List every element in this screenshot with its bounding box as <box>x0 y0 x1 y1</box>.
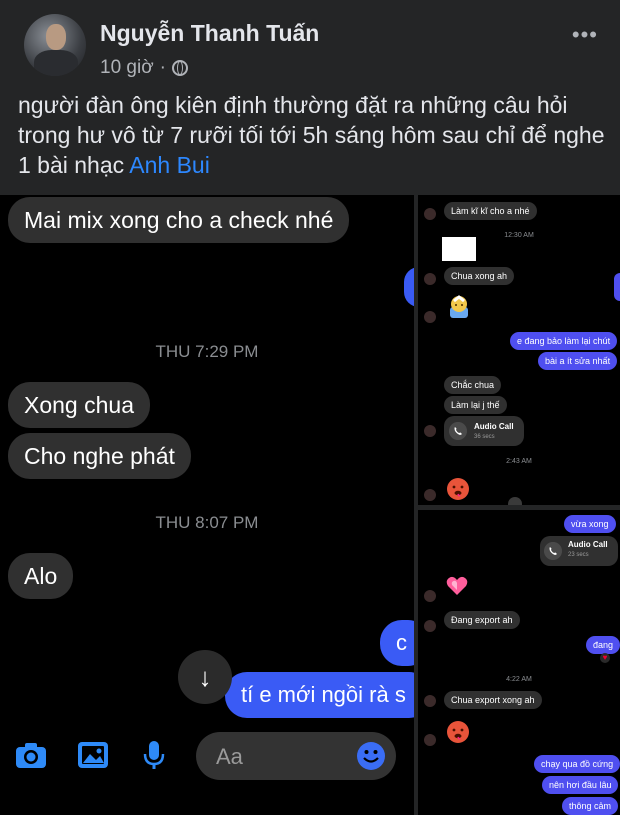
reaction-icon <box>508 497 522 505</box>
tagged-user-link[interactable]: Anh Bui <box>129 152 210 178</box>
incoming-message: Chắc chua <box>444 376 502 394</box>
chat-screenshot-bottom-right: vừa xong Audio Call 23 secs Đang export … <box>418 510 620 815</box>
post-body: người đàn ông kiên định thường đặt ra nh… <box>18 92 605 178</box>
call-duration: 23 secs <box>568 552 589 558</box>
spa-face-emoji <box>450 295 468 318</box>
avatar <box>424 590 436 602</box>
audio-call-card[interactable]: Audio Call 36 secs <box>444 416 524 446</box>
timestamp: 4:22 AM <box>506 676 532 683</box>
outgoing-message-partial <box>404 267 414 307</box>
heart-reaction-icon: ♥ <box>600 653 610 663</box>
incoming-message: Chua export xong ah <box>444 691 542 709</box>
chat-screenshot-top-right: Làm kĩ kĩ cho a nhé 12:30 AM Chua xong a… <box>418 195 620 505</box>
redacted-image <box>442 237 476 261</box>
chat-screenshot-main: Mai mix xong cho a check nhé THU 7:29 PM… <box>0 195 414 815</box>
avatar[interactable] <box>24 14 86 76</box>
emoji-icon[interactable] <box>356 741 386 771</box>
incoming-message: Làm lại j thế <box>444 396 507 414</box>
outgoing-message: tí e mới ngồi rà s <box>225 672 414 718</box>
incoming-message: Làm kĩ kĩ cho a nhé <box>444 202 537 220</box>
audio-call-card[interactable]: Audio Call 23 secs <box>540 536 618 566</box>
call-title: Audio Call <box>474 422 514 431</box>
incoming-message: Cho nghe phát <box>8 433 191 479</box>
message-input-placeholder: Aa <box>216 744 243 769</box>
post-meta: 10 giờ · <box>100 57 188 79</box>
meta-separator: · <box>159 57 166 78</box>
globe-icon <box>172 60 188 76</box>
call-duration: 36 secs <box>474 434 495 440</box>
camera-icon[interactable] <box>14 740 48 770</box>
timestamp: THU 7:29 PM <box>155 342 259 361</box>
scroll-down-button[interactable]: ↓ <box>178 650 232 704</box>
post-time[interactable]: 10 giờ <box>100 57 154 79</box>
hot-face-emoji <box>447 478 469 500</box>
phone-icon <box>544 542 562 560</box>
outgoing-message: c <box>380 620 414 666</box>
call-title: Audio Call <box>568 540 608 549</box>
avatar <box>424 695 436 707</box>
avatar <box>424 273 436 285</box>
incoming-message: Mai mix xong cho a check nhé <box>8 197 350 243</box>
outgoing-message-partial <box>614 273 620 301</box>
post-text: người đàn ông kiên định thường đặt ra nh… <box>18 90 608 180</box>
outgoing-message: thông cảm <box>562 797 619 815</box>
incoming-message: Chua xong ah <box>444 267 515 285</box>
outgoing-message: đang <box>586 636 620 654</box>
microphone-icon[interactable] <box>137 740 171 770</box>
avatar <box>424 208 436 220</box>
heart-emoji <box>446 576 468 595</box>
outgoing-message: chạy qua đồ cứng <box>534 755 620 773</box>
avatar <box>424 734 436 746</box>
incoming-message: Đang export ah <box>444 611 520 629</box>
incoming-message: Xong chua <box>8 382 150 428</box>
post-author[interactable]: Nguyễn Thanh Tuấn <box>100 20 319 47</box>
gallery-icon[interactable] <box>76 740 110 770</box>
phone-icon <box>449 422 467 440</box>
avatar <box>424 311 436 323</box>
more-options-icon[interactable]: ••• <box>572 22 598 48</box>
avatar <box>424 425 436 437</box>
outgoing-message: nên hơi đầu lâu <box>542 776 619 794</box>
timestamp: THU 8:07 PM <box>155 513 259 532</box>
outgoing-message: bài a ít sửa nhất <box>538 352 618 370</box>
hot-face-emoji <box>447 721 469 743</box>
post-header: Nguyễn Thanh Tuấn 10 giờ · ••• người đàn… <box>0 0 620 195</box>
incoming-message: Alo <box>8 553 74 599</box>
avatar <box>424 489 436 501</box>
outgoing-message: e đang bảo làm lại chút <box>510 332 618 350</box>
outgoing-message: vừa xong <box>564 515 616 533</box>
avatar <box>424 620 436 632</box>
timestamp: 2:43 AM <box>506 458 532 465</box>
